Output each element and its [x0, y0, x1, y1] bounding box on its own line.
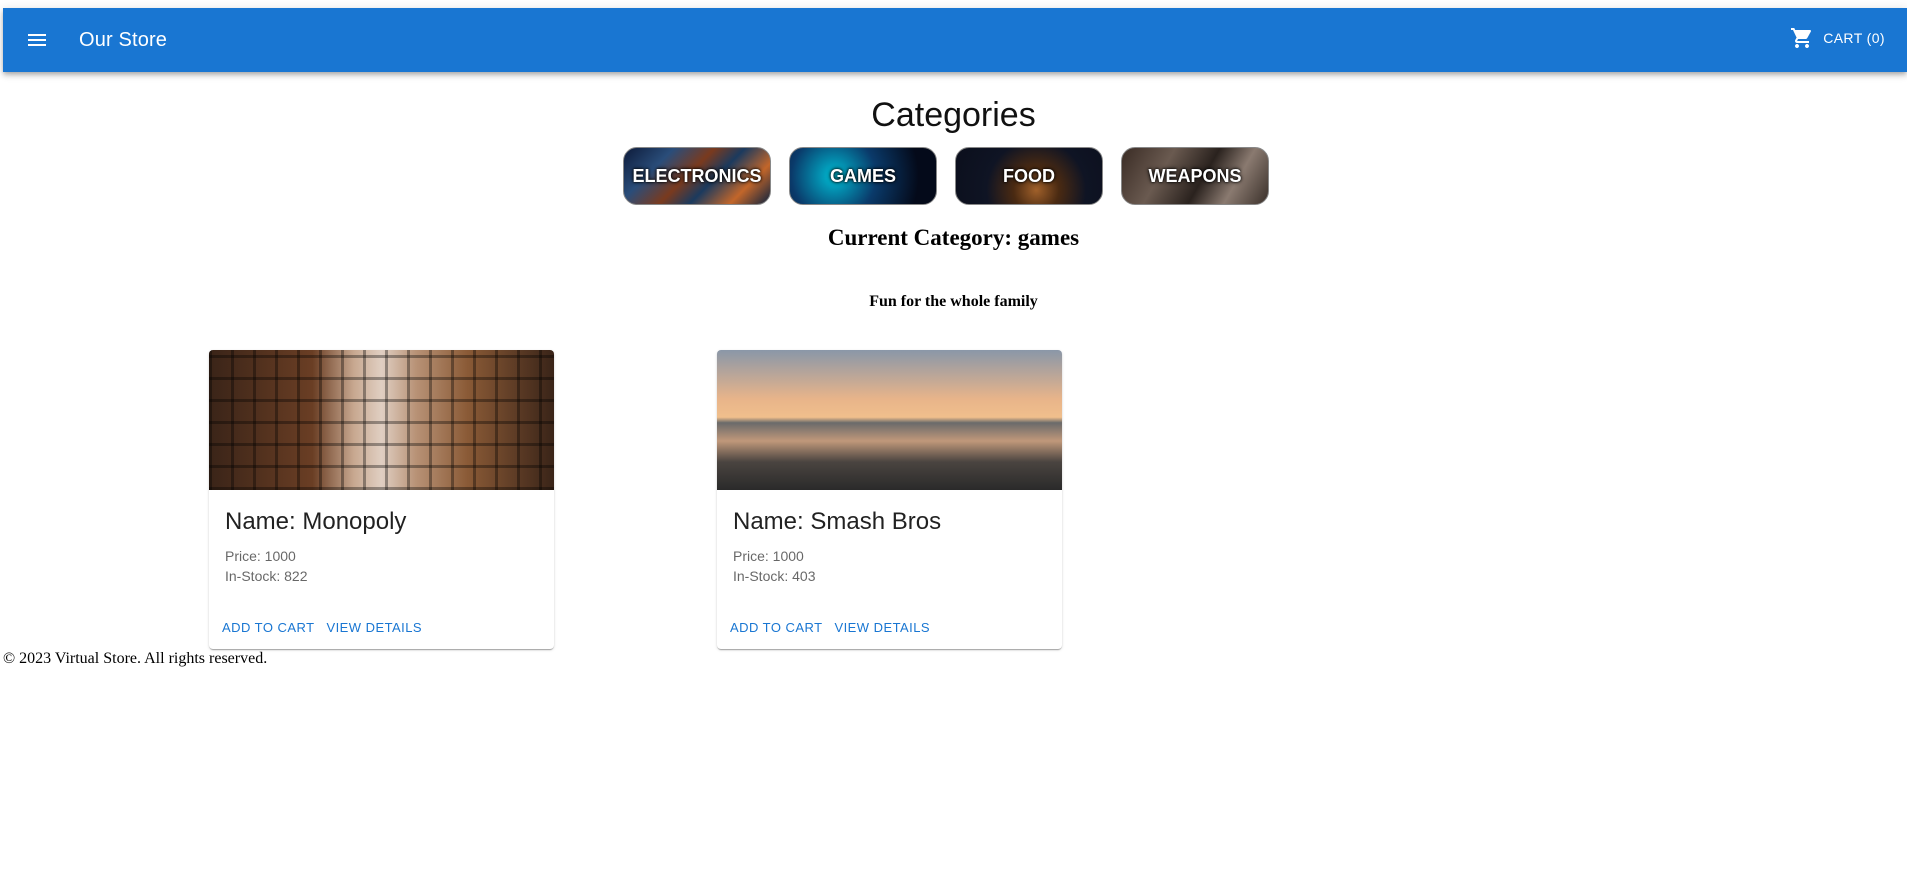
- product-card: Name: Monopoly Price: 1000 In-Stock: 822…: [209, 350, 554, 649]
- product-price: Price: 1000: [225, 548, 296, 564]
- add-to-cart-button[interactable]: ADD TO CART: [725, 616, 827, 639]
- menu-icon: [28, 34, 46, 46]
- category-label: FOOD: [1003, 165, 1055, 186]
- product-image: [209, 350, 554, 490]
- cart-label: CART (0): [1823, 30, 1885, 46]
- product-info: Name: Monopoly Price: 1000 In-Stock: 822: [209, 490, 554, 586]
- product-card: Name: Smash Bros Price: 1000 In-Stock: 4…: [717, 350, 1062, 649]
- product-price: Price: 1000: [733, 548, 804, 564]
- footer-copyright: © 2023 Virtual Store. All rights reserve…: [3, 650, 268, 667]
- category-electronics-button[interactable]: ELECTRONICS: [623, 147, 771, 205]
- shopping-cart-icon: [1791, 28, 1812, 48]
- category-games-button[interactable]: GAMES: [789, 147, 937, 205]
- product-name: Name: Smash Bros: [733, 508, 942, 535]
- card-actions: ADD TO CART VIEW DETAILS: [217, 616, 427, 639]
- category-label: WEAPONS: [1148, 165, 1242, 186]
- product-image: [717, 350, 1062, 490]
- category-weapons-button[interactable]: WEAPONS: [1121, 147, 1269, 205]
- product-name: Name: Monopoly: [225, 508, 407, 535]
- view-details-button[interactable]: VIEW DETAILS: [321, 616, 427, 639]
- menu-button[interactable]: [25, 28, 49, 52]
- category-food-button[interactable]: FOOD: [955, 147, 1103, 205]
- category-label: GAMES: [829, 165, 896, 186]
- app-bar: Our Store CART (0): [3, 8, 1907, 72]
- category-list: ELECTRONICS GAMES FOOD WEAPONS: [623, 147, 1269, 205]
- category-description: Fun for the whole family: [869, 293, 1038, 310]
- cart-button[interactable]: CART (0): [1790, 26, 1885, 50]
- product-info: Name: Smash Bros Price: 1000 In-Stock: 4…: [717, 490, 1062, 586]
- category-label: ELECTRONICS: [632, 165, 762, 186]
- product-stock: In-Stock: 822: [225, 568, 308, 584]
- add-to-cart-button[interactable]: ADD TO CART: [217, 616, 319, 639]
- current-category-title: Current Category: games: [827, 225, 1080, 250]
- view-details-button[interactable]: VIEW DETAILS: [829, 616, 935, 639]
- card-actions: ADD TO CART VIEW DETAILS: [725, 616, 935, 639]
- categories-heading: Categories: [871, 95, 1036, 134]
- product-stock: In-Stock: 403: [733, 568, 816, 584]
- store-title: Our Store: [79, 29, 168, 51]
